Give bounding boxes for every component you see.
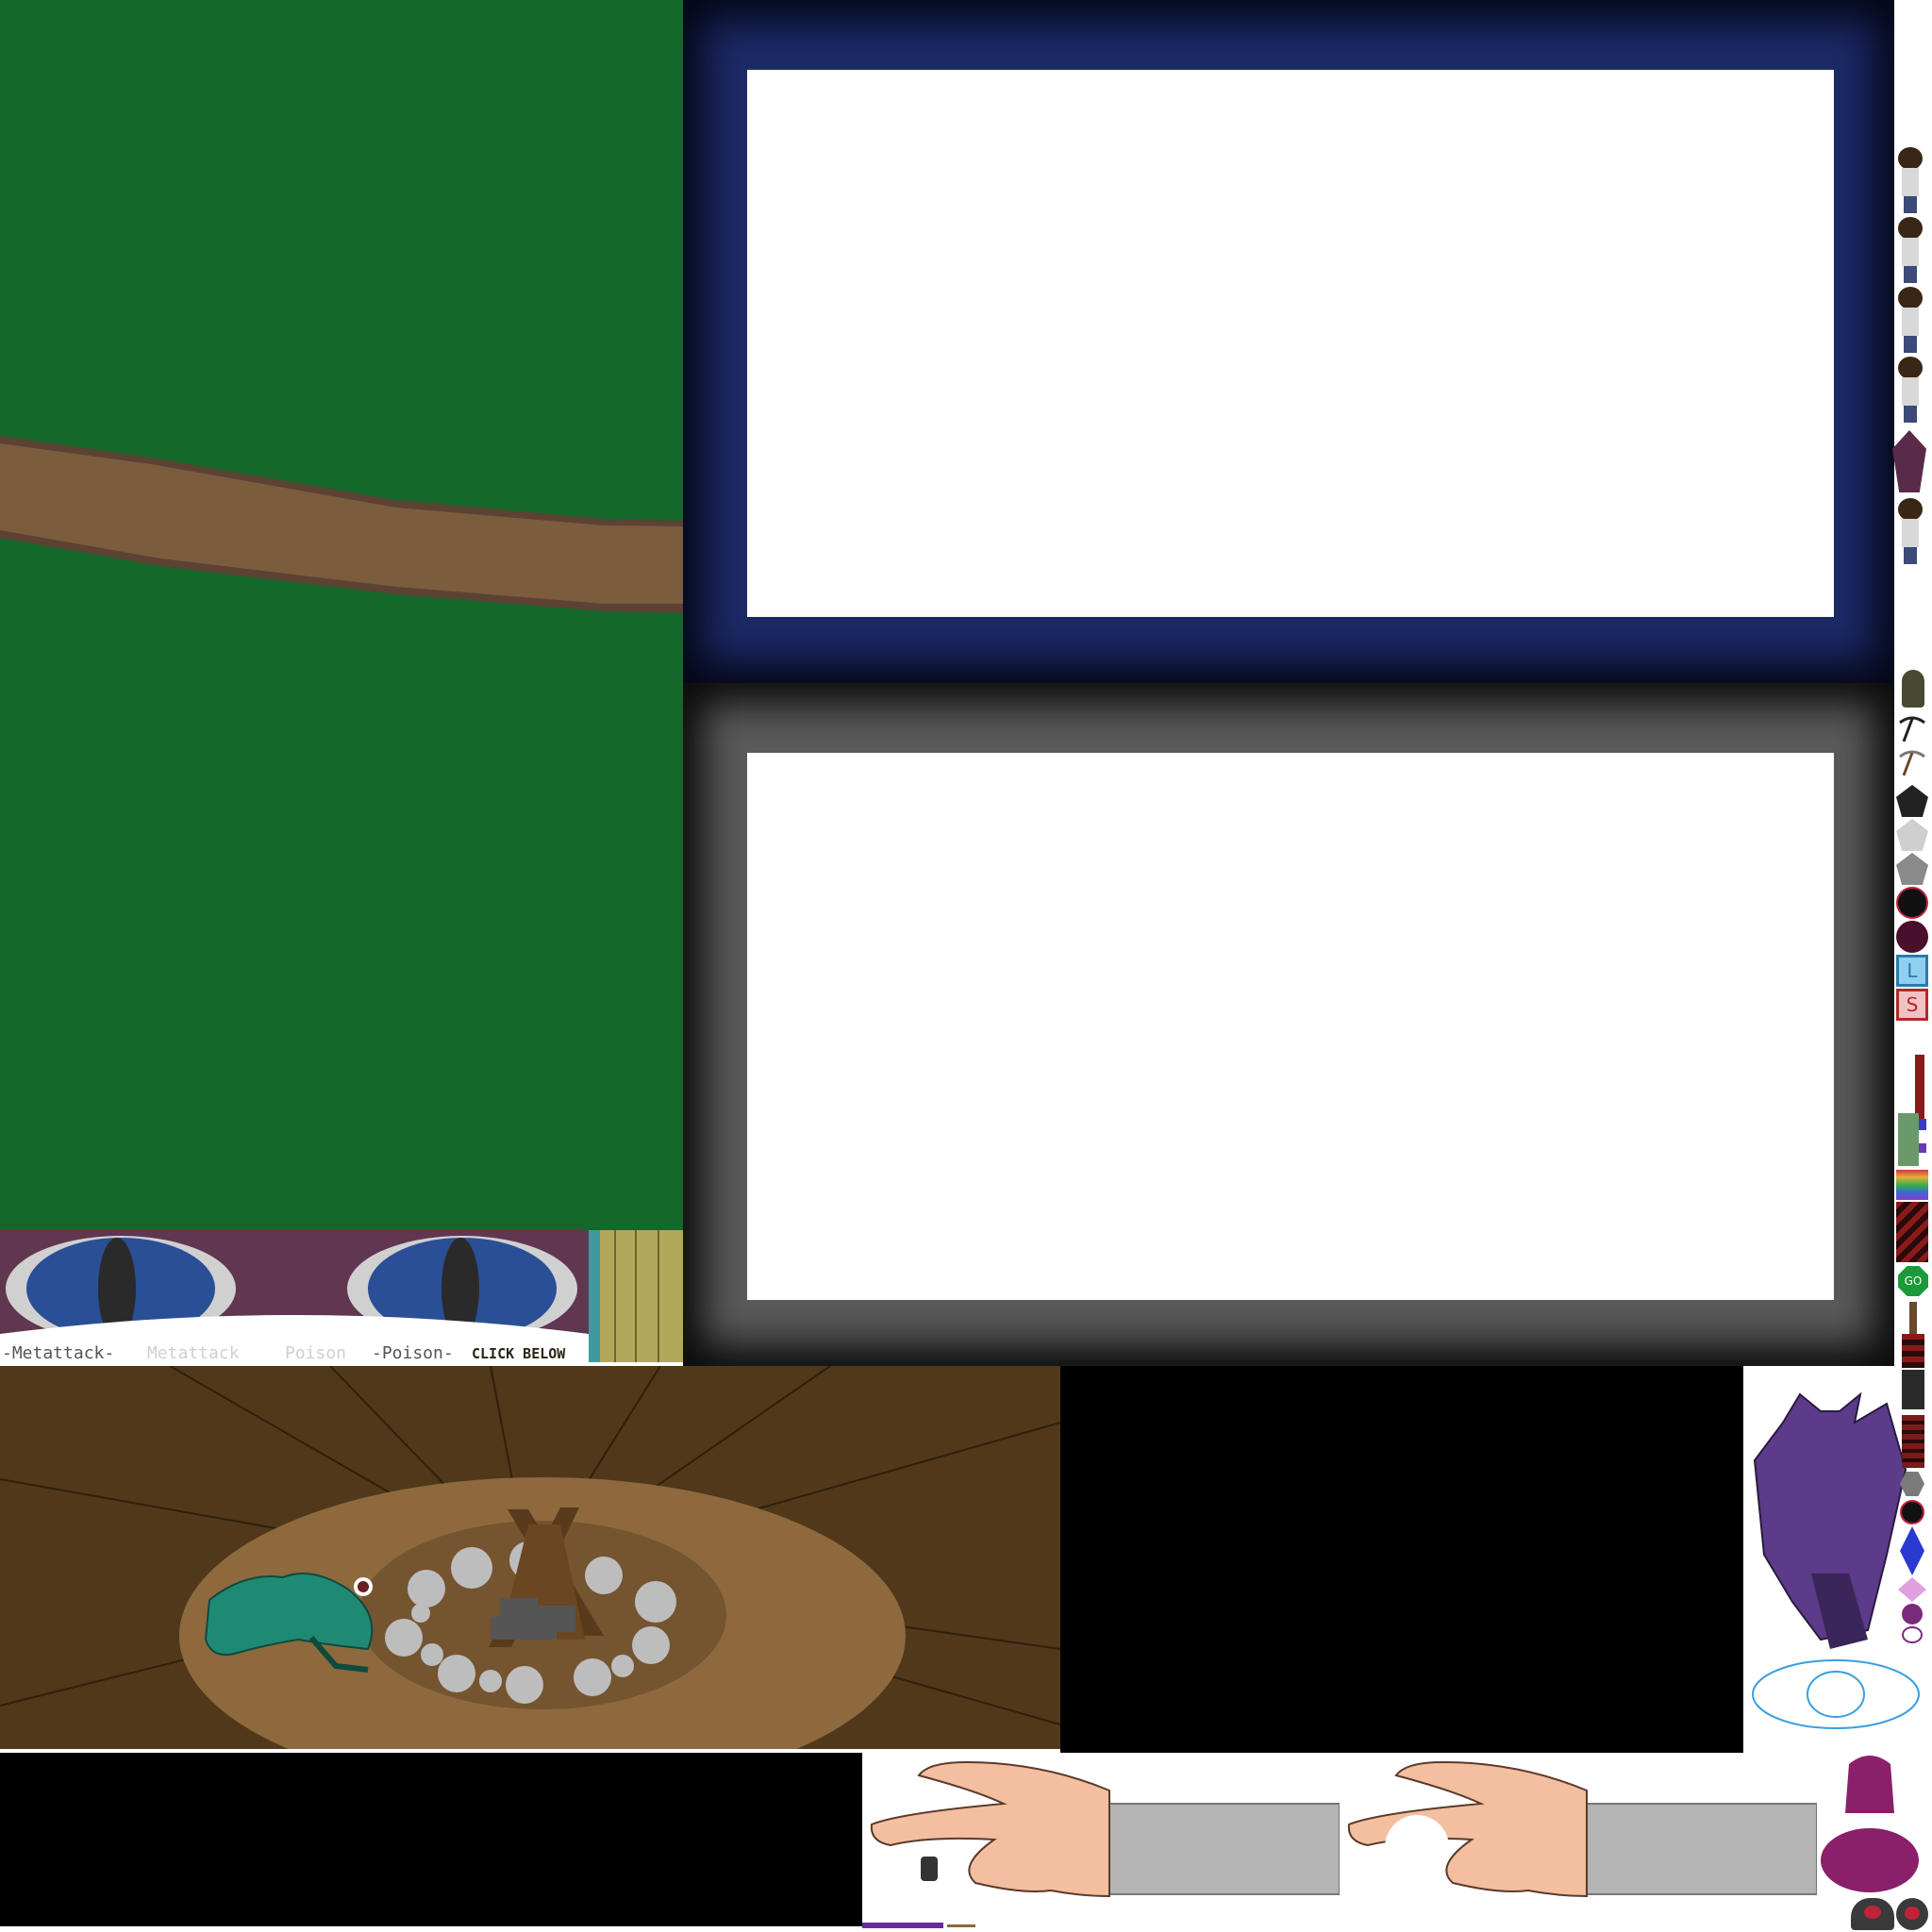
small-demon-icon	[1892, 430, 1926, 492]
eye-mask-icon-b	[1896, 1898, 1928, 1930]
torch-sprite	[1909, 1302, 1917, 1334]
orb-black-icon[interactable]	[1896, 887, 1928, 919]
arrow-sprite	[947, 1924, 975, 1927]
small-eye-icon-2	[1902, 1626, 1923, 1643]
forest-background-tile	[0, 0, 683, 1230]
poison-inactive-label: Poison	[285, 1343, 347, 1363]
red-striped-totem-sprite	[1902, 1334, 1924, 1368]
metattack-active-label: -Metattack-	[2, 1343, 115, 1363]
sketch-eye-sprite	[1747, 1651, 1921, 1738]
pickaxe-icon-2[interactable]	[1898, 749, 1926, 777]
dialog-panel-blue	[747, 70, 1834, 617]
go-button[interactable]: GO	[1898, 1266, 1928, 1296]
gem-gray-icon[interactable]	[1896, 853, 1928, 885]
black-red-orb-icon	[1900, 1500, 1924, 1524]
poison-active-label: -Poison-	[372, 1343, 454, 1363]
tile-letter-red[interactable]: S	[1896, 989, 1928, 1021]
gem-dark-icon[interactable]	[1896, 785, 1928, 817]
door-panels-sprite	[589, 1230, 683, 1362]
metattack-inactive-label: Metattack	[147, 1343, 240, 1363]
black-panel-large	[1060, 1366, 1743, 1753]
attack-labels-row: -Metattack- Metattack Poison -Poison- CL…	[0, 1343, 589, 1366]
bell-item-icon	[1902, 670, 1924, 708]
player-walk-frame-1	[1894, 147, 1926, 215]
eye-mask-icon-a	[1851, 1898, 1894, 1930]
ring-icon	[921, 1857, 938, 1881]
rainbow-stack-sprite	[1896, 1170, 1928, 1200]
dark-creature-sprite	[1902, 1370, 1924, 1409]
player-walk-frame-4	[1894, 357, 1926, 425]
seated-monk-sprite	[1817, 1747, 1919, 1894]
green-figure-sprite	[1898, 1113, 1919, 1166]
small-eye-icon-1	[1902, 1604, 1923, 1624]
dialog-frame-blue	[683, 0, 1894, 683]
winged-demon-sprite	[1745, 1366, 1919, 1649]
go-button-label: GO	[1904, 1274, 1923, 1288]
hand-with-glow-sprite	[1340, 1753, 1817, 1904]
pickaxe-icon-1[interactable]	[1898, 715, 1926, 743]
campfire-scene	[0, 1366, 1060, 1749]
dialog-frame-gray	[683, 683, 1894, 1366]
player-walk-frame-3	[1894, 287, 1926, 355]
purple-staff-bar	[862, 1923, 943, 1928]
player-walk-frame-2	[1894, 217, 1926, 285]
purple-marker-sprite	[1919, 1143, 1926, 1153]
red-dripping-sprite	[1902, 1415, 1924, 1468]
tile-letter-blue[interactable]: L	[1896, 955, 1928, 987]
black-panel-bottom	[0, 1753, 862, 1926]
player-walk-frame-5	[1894, 498, 1926, 566]
gem-white-icon[interactable]	[1896, 819, 1928, 851]
orb-maroon-icon[interactable]	[1896, 921, 1928, 953]
red-zigzag-sprite	[1896, 1202, 1928, 1262]
watching-eyes-sprite	[0, 1230, 589, 1343]
dialog-panel-gray	[747, 753, 1834, 1300]
click-below-label[interactable]: CLICK BELOW	[472, 1345, 565, 1362]
tree-branch	[0, 436, 683, 613]
glow-orb-icon	[1385, 1815, 1449, 1879]
hand-with-ring-sprite	[862, 1753, 1340, 1904]
